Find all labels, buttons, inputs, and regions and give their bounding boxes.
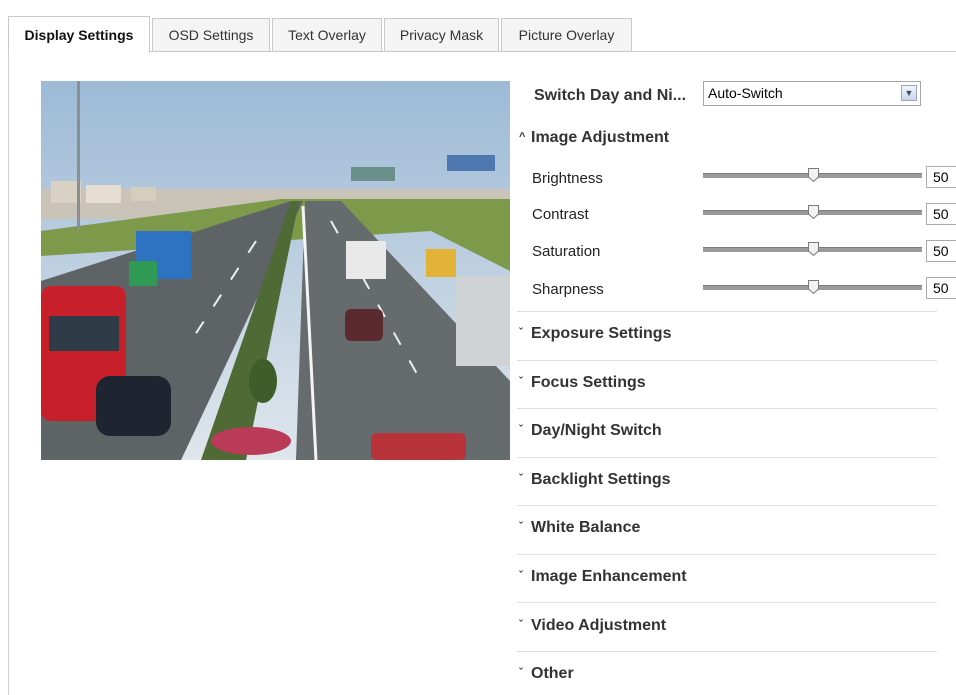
section-exposure-settings[interactable]: ˇ Exposure Settings <box>519 325 937 343</box>
section-image-adjustment[interactable]: ^ Image Adjustment <box>519 129 937 147</box>
sharpness-label: Sharpness <box>532 281 604 298</box>
saturation-label: Saturation <box>532 243 601 260</box>
chevron-down-icon: ˇ <box>519 327 523 339</box>
section-video-adjustment[interactable]: ˇ Video Adjustment <box>519 617 937 635</box>
sharpness-slider-handle[interactable] <box>807 280 819 294</box>
brightness-slider-handle[interactable] <box>807 168 819 182</box>
divider <box>517 651 937 652</box>
section-title: Image Enhancement <box>531 568 687 585</box>
panel-border <box>8 44 9 695</box>
tab-osd-settings[interactable]: OSD Settings <box>152 18 270 51</box>
live-preview-image <box>41 81 510 460</box>
tab-picture-overlay[interactable]: Picture Overlay <box>501 18 632 51</box>
section-title: Day/Night Switch <box>531 422 662 439</box>
divider <box>517 360 937 361</box>
tab-privacy-mask[interactable]: Privacy Mask <box>384 18 499 51</box>
section-title: Backlight Settings <box>531 471 671 488</box>
tab-bar: Display Settings OSD Settings Text Overl… <box>8 8 956 53</box>
divider <box>517 457 937 458</box>
chevron-down-icon: ˇ <box>519 570 523 582</box>
section-title: Exposure Settings <box>531 325 672 342</box>
chevron-down-icon: ˇ <box>519 667 523 679</box>
section-title: Video Adjustment <box>531 617 667 634</box>
brightness-value-field[interactable]: 50 <box>926 166 956 188</box>
divider <box>517 311 937 312</box>
section-backlight-settings[interactable]: ˇ Backlight Settings <box>519 471 937 489</box>
brightness-label: Brightness <box>532 170 603 187</box>
divider <box>517 505 937 506</box>
contrast-label: Contrast <box>532 206 589 223</box>
divider <box>517 554 937 555</box>
tab-display-settings[interactable]: Display Settings <box>8 16 150 53</box>
switch-day-night-value: Auto-Switch <box>708 85 783 101</box>
chevron-down-icon: ˇ <box>519 521 523 533</box>
chevron-down-icon: ˇ <box>519 473 523 485</box>
tab-text-overlay[interactable]: Text Overlay <box>272 18 382 51</box>
switch-day-night-select[interactable]: Auto-Switch ▼ <box>703 81 921 106</box>
chevron-down-icon: ˇ <box>519 619 523 631</box>
chevron-down-icon: ˇ <box>519 376 523 388</box>
divider <box>517 602 937 603</box>
section-day-night-switch[interactable]: ˇ Day/Night Switch <box>519 422 937 440</box>
switch-day-night-label: Switch Day and Ni... <box>534 87 687 104</box>
saturation-slider-handle[interactable] <box>807 242 819 256</box>
chevron-up-icon: ^ <box>519 131 526 143</box>
chevron-down-icon: ˇ <box>519 424 523 436</box>
section-other[interactable]: ˇ Other <box>519 665 937 683</box>
section-image-enhancement[interactable]: ˇ Image Enhancement <box>519 568 937 586</box>
section-title: Image Adjustment <box>531 129 670 146</box>
contrast-slider-handle[interactable] <box>807 205 819 219</box>
section-title: Focus Settings <box>531 374 646 391</box>
sharpness-value-field[interactable]: 50 <box>926 277 956 299</box>
chevron-down-icon[interactable]: ▼ <box>901 85 917 101</box>
section-white-balance[interactable]: ˇ White Balance <box>519 519 937 537</box>
section-focus-settings[interactable]: ˇ Focus Settings <box>519 374 937 392</box>
saturation-value-field[interactable]: 50 <box>926 240 956 262</box>
contrast-value-field[interactable]: 50 <box>926 203 956 225</box>
section-title: Other <box>531 665 574 682</box>
section-title: White Balance <box>531 519 641 536</box>
divider <box>517 408 937 409</box>
